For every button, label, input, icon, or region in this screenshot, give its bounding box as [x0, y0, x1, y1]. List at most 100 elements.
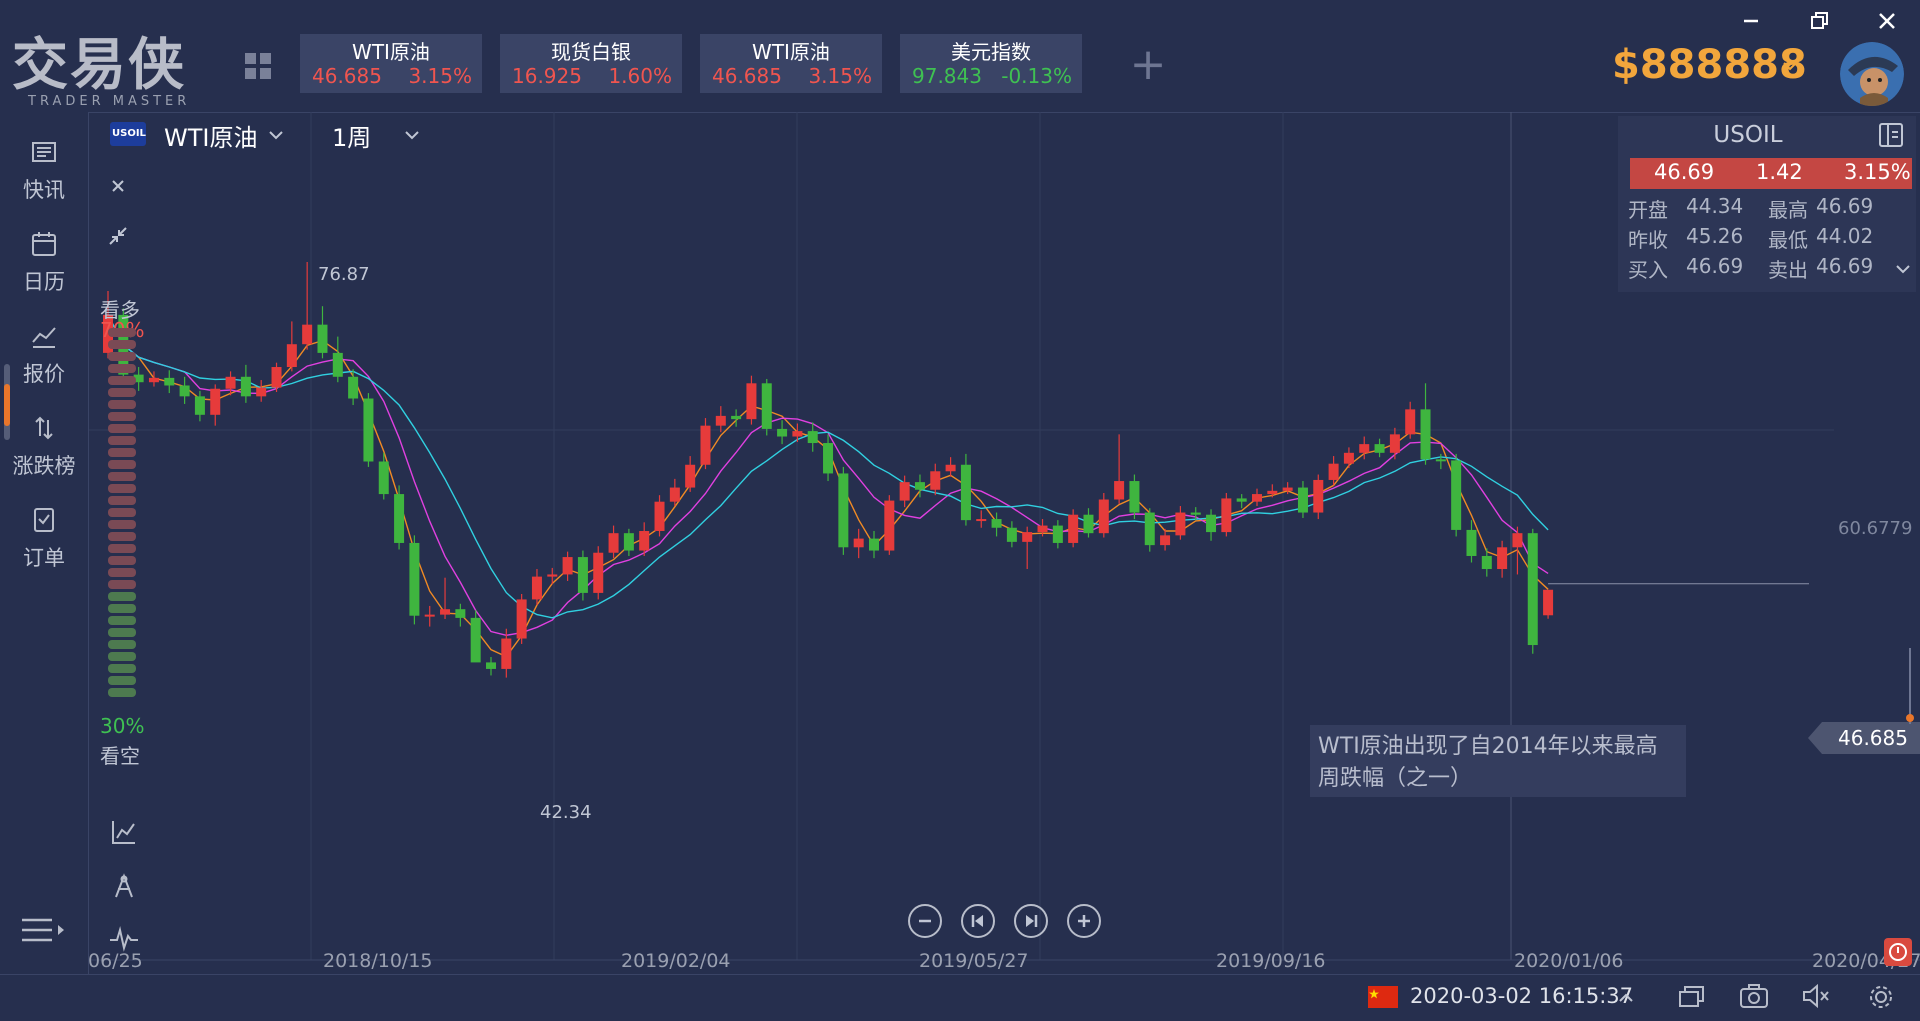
candle[interactable] [746, 375, 757, 425]
ticker-card[interactable]: 现货白银 16.925 1.60% [500, 34, 682, 93]
jump-end-button[interactable] [1014, 904, 1048, 938]
candle[interactable] [1527, 528, 1538, 654]
candle[interactable] [914, 474, 925, 498]
candle[interactable] [486, 656, 496, 676]
candle[interactable] [516, 593, 527, 644]
candle[interactable] [685, 456, 696, 492]
candle[interactable] [1343, 447, 1354, 469]
candle[interactable] [547, 567, 558, 585]
candle[interactable] [1068, 509, 1079, 548]
candle[interactable] [1114, 434, 1125, 504]
sidebar-item-calendar[interactable]: 日历 [0, 210, 88, 298]
candle[interactable] [348, 369, 359, 406]
candle[interactable] [976, 510, 987, 528]
candle[interactable] [363, 393, 374, 467]
indicator-icon[interactable] [110, 818, 138, 846]
ticker-card[interactable]: WTI原油 46.685 3.15% [300, 34, 482, 93]
candle[interactable] [501, 628, 512, 678]
chevron-down-icon[interactable] [1894, 260, 1912, 278]
period-selector[interactable]: 1周 [332, 118, 371, 153]
collapse-icon[interactable] [104, 222, 132, 250]
candle[interactable] [945, 457, 956, 477]
candle[interactable] [884, 495, 895, 555]
candle[interactable] [179, 376, 190, 404]
candle[interactable] [210, 384, 221, 426]
candle[interactable] [1236, 494, 1247, 509]
candle[interactable] [1405, 401, 1416, 439]
chevron-down-icon[interactable] [1780, 56, 1800, 76]
candle[interactable] [317, 306, 328, 359]
news-annotation[interactable]: WTI原油出现了自2014年以来最高周跌幅（之一） [1310, 725, 1686, 797]
candle[interactable] [869, 531, 879, 559]
candle[interactable] [256, 380, 267, 402]
candle[interactable] [1297, 481, 1308, 518]
candle[interactable] [455, 603, 466, 627]
candle[interactable] [562, 551, 573, 581]
mute-icon[interactable] [1800, 982, 1832, 1010]
candle[interactable] [424, 605, 435, 627]
settings-gear-icon[interactable] [1866, 982, 1896, 1012]
candle[interactable] [286, 321, 297, 372]
candle[interactable] [1129, 474, 1140, 520]
drawing-tool-icon[interactable] [110, 872, 138, 900]
candle[interactable] [593, 546, 604, 600]
candle[interactable] [823, 434, 834, 482]
candle[interactable] [240, 364, 251, 403]
candle[interactable] [394, 485, 405, 550]
layers-icon[interactable] [1676, 982, 1708, 1010]
candle[interactable] [378, 452, 389, 500]
sidebar-scroll-indicator[interactable] [4, 364, 10, 440]
expand-panel-icon[interactable] [1876, 120, 1906, 150]
candle[interactable] [1389, 427, 1400, 460]
candle[interactable] [761, 378, 772, 436]
camera-icon[interactable] [1738, 982, 1770, 1010]
pulse-icon[interactable] [108, 924, 140, 952]
user-avatar[interactable] [1840, 42, 1904, 106]
candle[interactable] [608, 525, 619, 559]
minimize-icon[interactable] [1736, 6, 1766, 36]
alert-icon[interactable] [1884, 938, 1912, 966]
candle[interactable] [853, 528, 864, 559]
chevron-down-icon[interactable] [266, 126, 286, 146]
candle[interactable] [1206, 509, 1217, 541]
menu-icon[interactable] [18, 912, 68, 948]
add-ticker-button[interactable]: + [1128, 40, 1168, 90]
candle[interactable] [991, 512, 1002, 537]
zoom-in-button[interactable] [1067, 904, 1101, 938]
candle[interactable] [1175, 506, 1186, 540]
candle[interactable] [1497, 540, 1508, 578]
symbol-selector[interactable]: WTI原油 [164, 118, 257, 153]
candle[interactable] [654, 495, 665, 537]
candle[interactable] [1466, 520, 1477, 563]
candle[interactable] [1420, 383, 1431, 465]
close-icon[interactable] [106, 174, 130, 198]
candle[interactable] [777, 420, 788, 445]
grid-menu-icon[interactable] [242, 50, 274, 82]
candle[interactable] [440, 577, 451, 619]
candle[interactable] [807, 422, 818, 452]
candle[interactable] [1098, 492, 1109, 538]
candle[interactable] [1144, 508, 1155, 552]
candle[interactable] [332, 336, 343, 383]
candle[interactable] [1435, 453, 1446, 470]
candle[interactable] [1512, 526, 1523, 575]
sidebar-item-orders[interactable]: 订单 [0, 486, 88, 574]
close-icon[interactable] [1872, 6, 1902, 36]
candle[interactable] [1313, 474, 1324, 520]
candle[interactable] [792, 423, 803, 442]
vertical-scrollbar[interactable] [1906, 648, 1914, 724]
ticker-card[interactable]: 美元指数 97.843 -0.13% [900, 34, 1082, 93]
ticker-card[interactable]: WTI原油 46.685 3.15% [700, 34, 882, 93]
candle[interactable] [930, 463, 941, 496]
candle[interactable] [1451, 453, 1462, 537]
sidebar-item-rankings[interactable]: 涨跌榜 [0, 394, 88, 482]
candle[interactable] [1083, 508, 1094, 538]
candle[interactable] [1374, 438, 1385, 458]
chevron-up-icon[interactable] [1616, 988, 1636, 1008]
zoom-out-button[interactable] [908, 904, 942, 938]
candle[interactable] [1543, 589, 1554, 619]
candle[interactable] [838, 466, 849, 555]
candle[interactable] [700, 418, 711, 470]
candle[interactable] [271, 362, 282, 392]
account-balance[interactable]: $888888 [1612, 42, 1807, 88]
